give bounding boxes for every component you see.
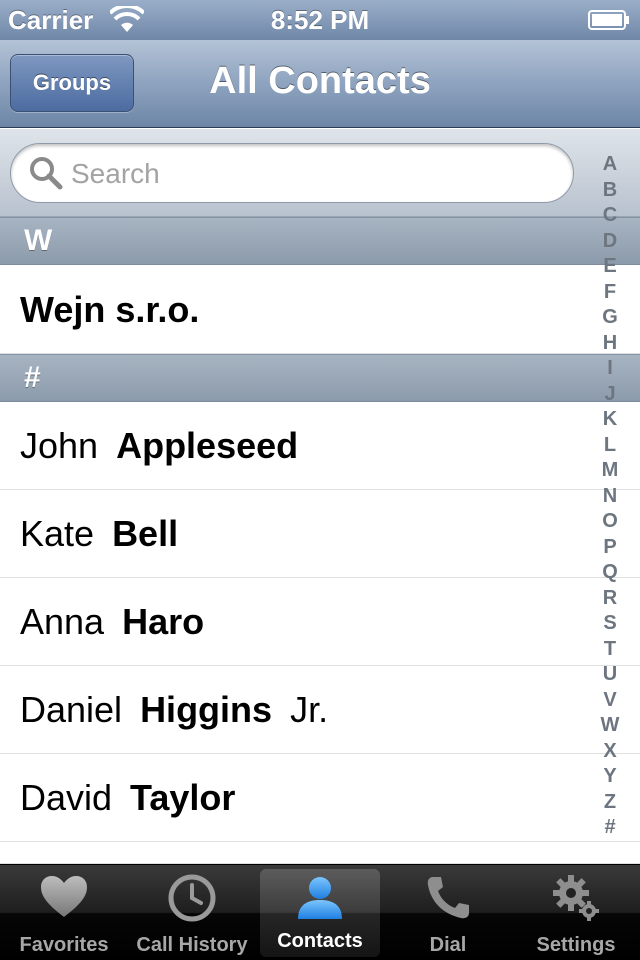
index-letter[interactable]: Q — [596, 560, 624, 586]
page-title: All Contacts — [209, 60, 431, 102]
clock-icon — [168, 874, 216, 922]
section-index[interactable]: A B C D E F G H I J K L M N O P Q R S T U V W X Y Z # — [596, 152, 624, 841]
tab-favorites[interactable]: Favorites — [0, 865, 128, 960]
index-letter[interactable]: L — [596, 433, 624, 459]
contact-first-name: Daniel — [20, 689, 123, 730]
contact-row[interactable]: Anna Haro — [0, 578, 640, 666]
index-letter[interactable]: C — [596, 203, 624, 229]
contact-row[interactable]: Daniel Higgins Jr. — [0, 666, 640, 754]
index-letter[interactable]: F — [596, 280, 624, 306]
contact-suffix: Jr. — [290, 689, 329, 730]
index-letter[interactable]: D — [596, 229, 624, 255]
contact-row[interactable]: John Appleseed — [0, 402, 640, 490]
tab-label: Contacts — [277, 930, 363, 952]
contact-first-name: Anna — [20, 601, 105, 642]
index-letter[interactable]: O — [596, 509, 624, 535]
battery-icon — [588, 10, 629, 30]
heart-icon — [41, 876, 87, 917]
tab-label: Dial — [429, 934, 467, 956]
search-placeholder: Search — [71, 158, 160, 189]
index-letter[interactable]: R — [596, 586, 624, 612]
index-letter[interactable]: H — [596, 331, 624, 357]
contact-first-name: David — [20, 777, 113, 818]
contact-last-name: Higgins — [140, 689, 273, 730]
index-letter[interactable]: X — [596, 739, 624, 765]
tab-call-history[interactable]: Call History — [128, 865, 256, 960]
tab-label: Call History — [136, 934, 248, 956]
index-letter[interactable]: P — [596, 535, 624, 561]
contact-row[interactable]: David Taylor — [0, 754, 640, 842]
index-letter[interactable]: T — [596, 637, 624, 663]
tab-label: Favorites — [19, 934, 109, 956]
groups-button[interactable]: Groups — [10, 54, 134, 112]
contact-first-name: Kate — [20, 513, 95, 554]
contact-row[interactable]: Kate Bell — [0, 490, 640, 578]
contact-last-name: Taylor — [130, 777, 236, 818]
contact-last-name: Haro — [122, 601, 205, 642]
index-letter[interactable]: J — [596, 382, 624, 408]
index-letter[interactable]: Z — [596, 790, 624, 816]
search-icon — [30, 157, 63, 190]
index-letter[interactable]: U — [596, 662, 624, 688]
index-letter[interactable]: E — [596, 254, 624, 280]
navigation-bar: Groups All Contacts — [0, 40, 640, 128]
contact-row-partial — [0, 842, 640, 864]
index-letter[interactable]: W — [596, 713, 624, 739]
phone-icon — [427, 877, 469, 919]
index-letter[interactable]: A — [596, 152, 624, 178]
tab-contacts[interactable]: Contacts — [260, 869, 380, 957]
index-letter[interactable]: B — [596, 178, 624, 204]
contact-row[interactable]: Wejn s.r.o. — [0, 266, 640, 354]
status-bar: Carrier 8:52 PM — [0, 0, 640, 40]
clock-time: 8:52 PM — [270, 5, 370, 35]
contact-first-name: John — [20, 425, 99, 466]
index-letter[interactable]: V — [596, 688, 624, 714]
index-letter[interactable]: G — [596, 305, 624, 331]
tab-label: Settings — [536, 934, 616, 956]
tab-dial[interactable]: Dial — [384, 865, 512, 960]
contact-last-name: Wejn s.r.o. — [20, 289, 200, 330]
index-letter[interactable]: # — [596, 815, 624, 841]
tab-settings[interactable]: Settings — [512, 865, 640, 960]
person-icon — [298, 877, 342, 919]
section-header-hash: # — [0, 354, 640, 402]
index-letter[interactable]: M — [596, 458, 624, 484]
contact-last-name: Bell — [112, 513, 179, 554]
index-letter[interactable]: N — [596, 484, 624, 510]
search-input[interactable]: Search — [10, 143, 574, 203]
index-letter[interactable]: S — [596, 611, 624, 637]
section-header-w: W — [0, 217, 640, 265]
gear-icon — [553, 875, 599, 921]
index-letter[interactable]: K — [596, 407, 624, 433]
contact-last-name: Appleseed — [116, 425, 299, 466]
tab-bar: Favorites Call History Contacts Dial Set… — [0, 864, 640, 960]
search-bar: Search — [0, 129, 640, 217]
index-letter[interactable]: I — [596, 356, 624, 382]
index-letter[interactable]: Y — [596, 764, 624, 790]
